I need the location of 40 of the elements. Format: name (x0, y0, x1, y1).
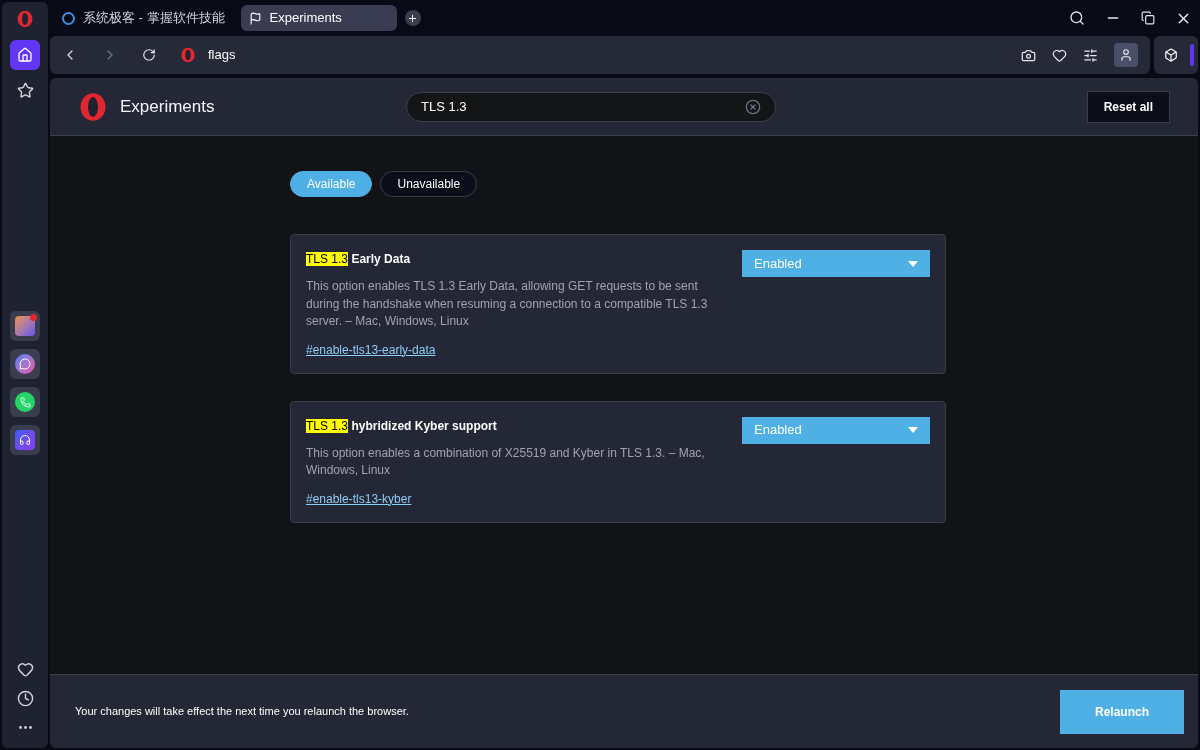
site-icon (62, 11, 75, 25)
home-icon[interactable] (10, 40, 40, 70)
new-tab-button[interactable] (404, 10, 421, 26)
messenger-icon[interactable] (10, 349, 40, 379)
camera-icon[interactable] (1021, 47, 1036, 63)
flag-description: This option enables TLS 1.3 Early Data, allowing GET requests to be sent during the handshake when resuming a connection to a compatible TLS 1.3 server. – Mac, Windows, Linux (306, 278, 709, 330)
flag-link[interactable]: #enable-tls13-kyber (306, 489, 412, 508)
restore-icon[interactable] (1141, 11, 1155, 25)
app-icon[interactable] (10, 311, 40, 341)
flag-icon (248, 11, 262, 25)
heart-icon[interactable] (16, 661, 34, 678)
browser-logo-icon (16, 10, 34, 28)
flag-title: TLS 1.3 hybridized Kyber support (306, 417, 498, 435)
flag-description: This option enables a combination of X25519 and Kyber in TLS 1.3. – Mac, Windows, Linux (306, 444, 706, 479)
flag-link[interactable]: #enable-tls13-early-data (306, 340, 436, 359)
clear-icon[interactable] (745, 98, 761, 115)
reload-icon[interactable] (142, 48, 156, 62)
bookmarks-icon[interactable] (16, 82, 34, 99)
search-icon[interactable] (1069, 10, 1085, 26)
filter-tab[interactable]: Unavailable (380, 171, 478, 197)
reset-all-button[interactable]: Reset all (1086, 90, 1170, 123)
relaunch-message: Your changes will take effect the next time you relaunch the browser. (75, 704, 409, 720)
history-icon[interactable] (16, 690, 34, 707)
plus-icon (407, 12, 419, 24)
browser-tab[interactable]: 系统极客 - 掌握软件技能 (54, 5, 233, 31)
caret-icon (908, 260, 918, 267)
profile-icon[interactable] (1114, 43, 1138, 67)
heart-icon[interactable] (1052, 47, 1067, 63)
opera-logo-icon (78, 91, 108, 122)
caret-icon (908, 427, 918, 433)
flag-title: TLS 1.3 Early Data (306, 251, 412, 268)
cube-icon[interactable] (1164, 48, 1178, 62)
music-icon[interactable] (10, 425, 40, 455)
settings-icon[interactable] (1083, 47, 1098, 63)
page-title: Experiments (120, 95, 215, 118)
whatsapp-icon[interactable] (10, 387, 40, 417)
url-text[interactable]: flags (208, 45, 236, 65)
browser-tab[interactable]: Experiments (240, 5, 397, 31)
search-field[interactable]: TLS 1.3 (406, 91, 776, 122)
site-logo-icon (180, 47, 196, 63)
